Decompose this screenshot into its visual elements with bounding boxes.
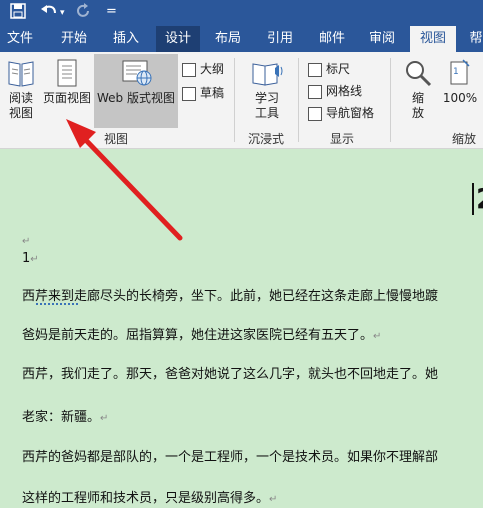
red-arrow-annotation bbox=[66, 119, 183, 241]
